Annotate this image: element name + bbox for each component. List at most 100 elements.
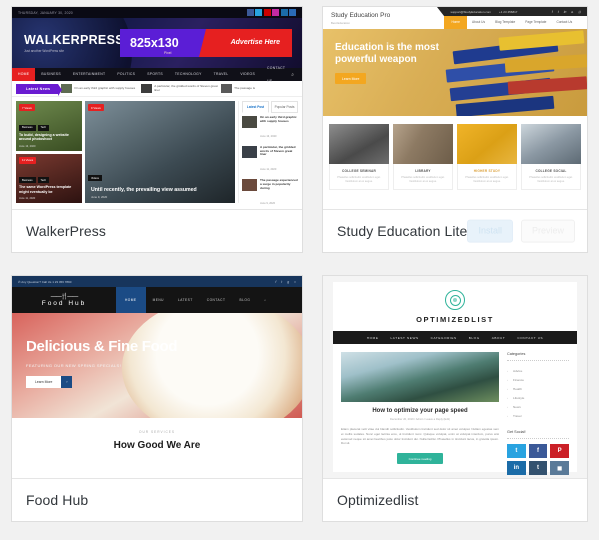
tumblr-icon[interactable]: t — [528, 461, 548, 475]
wp-sidebar-tabs[interactable]: Latest Post Popular Posts — [242, 101, 299, 113]
theme-card-study-education-lite[interactable]: Study Education Pro Best Education suppo… — [322, 6, 588, 253]
wp-ad-cta[interactable]: Advertise Here — [231, 39, 292, 47]
twitter-icon[interactable] — [255, 9, 263, 16]
category-item-travel[interactable]: Travel — [507, 411, 569, 420]
wp-nav-item-business[interactable]: BUSINESS — [35, 68, 67, 81]
ol-nav-item-contact[interactable]: CONTACT US — [511, 336, 549, 340]
fh-contact-text[interactable]: ✆ Any Question? Call Us 1 23 456 7890 — [18, 280, 71, 284]
se-nav-item-about[interactable]: About Us — [467, 16, 490, 29]
linkedin-icon[interactable] — [280, 9, 288, 16]
ol-nav-item-blog[interactable]: BLOG — [463, 336, 486, 340]
linkedin-icon[interactable]: in — [564, 10, 567, 14]
theme-card-walkerpress[interactable]: THURSDAY, JANUARY 30, 2020 WALKERPRESS J… — [11, 6, 304, 253]
wp-nav-item-videos[interactable]: VIDEOS — [234, 68, 261, 81]
category-tag[interactable]: Business — [19, 177, 36, 183]
install-button[interactable]: Install — [182, 220, 228, 243]
se-hero-button[interactable]: Learn More — [335, 73, 367, 85]
preview-button[interactable]: Preview — [521, 489, 575, 512]
fh-social-icons[interactable]: f t g ≈ — [275, 280, 296, 284]
wp-featured-title[interactable]: Until recently, the prevailing view assu… — [91, 187, 229, 193]
theme-screenshot-food-hub[interactable]: ✆ Any Question? Call Us 1 23 456 7890 f … — [12, 276, 303, 479]
instagram-icon[interactable]: ◼ — [550, 461, 569, 475]
install-button[interactable]: Install — [467, 489, 513, 512]
category-tag[interactable]: Business — [19, 124, 36, 131]
se-nav-item-blog-template[interactable]: Blog Template — [490, 16, 520, 29]
search-icon[interactable]: ⌕ — [257, 287, 273, 313]
youtube-icon[interactable] — [263, 9, 271, 16]
se-navbar[interactable]: Home About Us Blog Template Page Templat… — [444, 16, 587, 29]
fh-nav-item-menu[interactable]: MENU — [146, 287, 171, 313]
youtube-icon[interactable]: ▸ — [571, 10, 573, 14]
wp-ad-banner[interactable]: 825x130 Pixel Advertise Here — [120, 29, 293, 57]
category-item-advice[interactable]: Advice — [507, 366, 569, 375]
fh-learn-more-button[interactable]: Learn More — [26, 375, 62, 388]
facebook-icon[interactable]: f — [275, 280, 276, 284]
fh-nav-item-home[interactable]: HOME — [116, 287, 146, 313]
wp-post-title[interactable]: The same WordPress template might eventu… — [19, 185, 79, 194]
wp-sidebar-post-title[interactable]: On an early third graphic with supply ho… — [260, 115, 298, 124]
wp-post-title[interactable]: To build, designing a website around pho… — [19, 133, 79, 142]
continue-reading-button[interactable]: Continue reading — [397, 453, 443, 465]
vk-icon[interactable] — [289, 9, 297, 16]
wp-nav-item-travel[interactable]: TRAVEL — [208, 68, 235, 81]
theme-screenshot-walkerpress[interactable]: THURSDAY, JANUARY 30, 2020 WALKERPRESS J… — [12, 7, 303, 210]
theme-screenshot-optimizedlist[interactable]: OPTIMIZEDLIST HOME LATEST NEWS CATEGORIE… — [323, 276, 587, 479]
twitter-icon[interactable]: t — [507, 444, 526, 458]
chevron-right-icon[interactable]: › — [61, 375, 73, 388]
search-icon[interactable]: ⌕ — [291, 72, 294, 78]
wp-sidebar-post[interactable]: A particular, the gridded words of Steve… — [242, 145, 298, 176]
fh-navbar[interactable]: ——🍴—— Food Hub HOME MENU LATEST CONTACT … — [12, 287, 303, 313]
wp-sidebar-post-title[interactable]: A particular, the gridded words of Steve… — [260, 145, 298, 158]
fh-nav-item-latest[interactable]: LATEST — [171, 287, 200, 313]
ol-nav-item-home[interactable]: HOME — [361, 336, 385, 340]
ol-social-buttons[interactable]: t f P in t ◼ — [507, 444, 569, 475]
se-nav-item-contact[interactable]: Contact Us — [551, 16, 577, 29]
theme-screenshot-study-education-lite[interactable]: Study Education Pro Best Education suppo… — [323, 7, 587, 210]
se-feature-card[interactable]: COLLEGE SOCIAL Phasellus sollicitudin ve… — [521, 124, 582, 190]
facebook-icon[interactable]: f — [528, 444, 548, 458]
wp-sidebar-post[interactable]: On an early third graphic with supply ho… — [242, 115, 298, 142]
wp-sidebar-post-title[interactable]: The passage experienced a surge in popul… — [260, 178, 298, 191]
ol-article-title[interactable]: How to optimize your page speed — [341, 408, 499, 414]
facebook-icon[interactable] — [246, 9, 254, 16]
fh-nav-item-blog[interactable]: BLOG — [232, 287, 257, 313]
wp-featured-post[interactable]: 9 Views Videos Until recently, the preva… — [85, 101, 236, 203]
wp-nav-item-entertainment[interactable]: ENTERTAINMENT — [67, 68, 111, 81]
preview-button[interactable]: Preview — [236, 220, 290, 243]
tab-popular-posts[interactable]: Popular Posts — [271, 101, 299, 113]
category-item-news[interactable]: News — [507, 402, 569, 411]
category-item-finance[interactable]: Finance — [507, 375, 569, 384]
facebook-icon[interactable]: f — [552, 10, 553, 14]
rss-icon[interactable]: ≈ — [294, 280, 296, 284]
se-feature-card[interactable]: HIGHER STUDY Phasellus sollicitudin vest… — [457, 124, 518, 190]
wp-nav-item-technology[interactable]: TECHNOLOGY — [169, 68, 208, 81]
se-social-icons[interactable]: f t in ▸ ◎ — [552, 10, 581, 14]
se-contact-phone[interactable]: +1 23 456817 — [499, 10, 517, 14]
fh-hero-cta[interactable]: Learn More › — [26, 375, 186, 388]
theme-actions[interactable]: Install Preview — [467, 219, 575, 243]
preview-button[interactable]: Preview — [520, 219, 575, 243]
google-plus-icon[interactable]: g — [287, 280, 289, 284]
fh-nav-item-contact[interactable]: CONTACT — [200, 287, 233, 313]
wp-sidebar-post[interactable]: The passage experienced a surge in popul… — [242, 178, 298, 209]
install-button[interactable]: Install — [182, 489, 228, 512]
category-tag[interactable]: Tech — [37, 177, 50, 183]
wp-post-card[interactable]: 11 Views Business Tech The same WordPres… — [16, 153, 82, 203]
se-feature-card[interactable]: COLLEGE SEMINAR Phasellus sollicitudin v… — [329, 124, 390, 190]
install-button[interactable]: Install — [467, 219, 513, 243]
preview-button[interactable]: Preview — [236, 489, 290, 512]
theme-card-food-hub[interactable]: ✆ Any Question? Call Us 1 23 456 7890 f … — [11, 275, 304, 522]
instagram-icon[interactable]: ◎ — [578, 10, 581, 14]
category-tag[interactable]: Tech — [37, 124, 50, 131]
wp-navbar[interactable]: HOME BUSINESS ENTERTAINMENT POLITICS SPO… — [12, 66, 303, 83]
theme-card-optimizedlist[interactable]: OPTIMIZEDLIST HOME LATEST NEWS CATEGORIE… — [322, 275, 588, 522]
category-item-health[interactable]: Health — [507, 384, 569, 393]
instagram-icon[interactable] — [272, 9, 280, 16]
wp-ticker-item[interactable]: On an early third graphic with supply ho… — [61, 84, 138, 93]
ol-navbar[interactable]: HOME LATEST NEWS CATEGORIES BLOG ABOUT C… — [333, 331, 577, 344]
wp-nav-item-sports[interactable]: SPORTS — [141, 68, 169, 81]
wp-nav-item-politics[interactable]: POLITICS — [111, 68, 141, 81]
category-item-lifestyle[interactable]: Lifestyle — [507, 393, 569, 402]
ol-nav-item-latest-news[interactable]: LATEST NEWS — [384, 336, 424, 340]
se-nav-item-home[interactable]: Home — [444, 16, 467, 29]
